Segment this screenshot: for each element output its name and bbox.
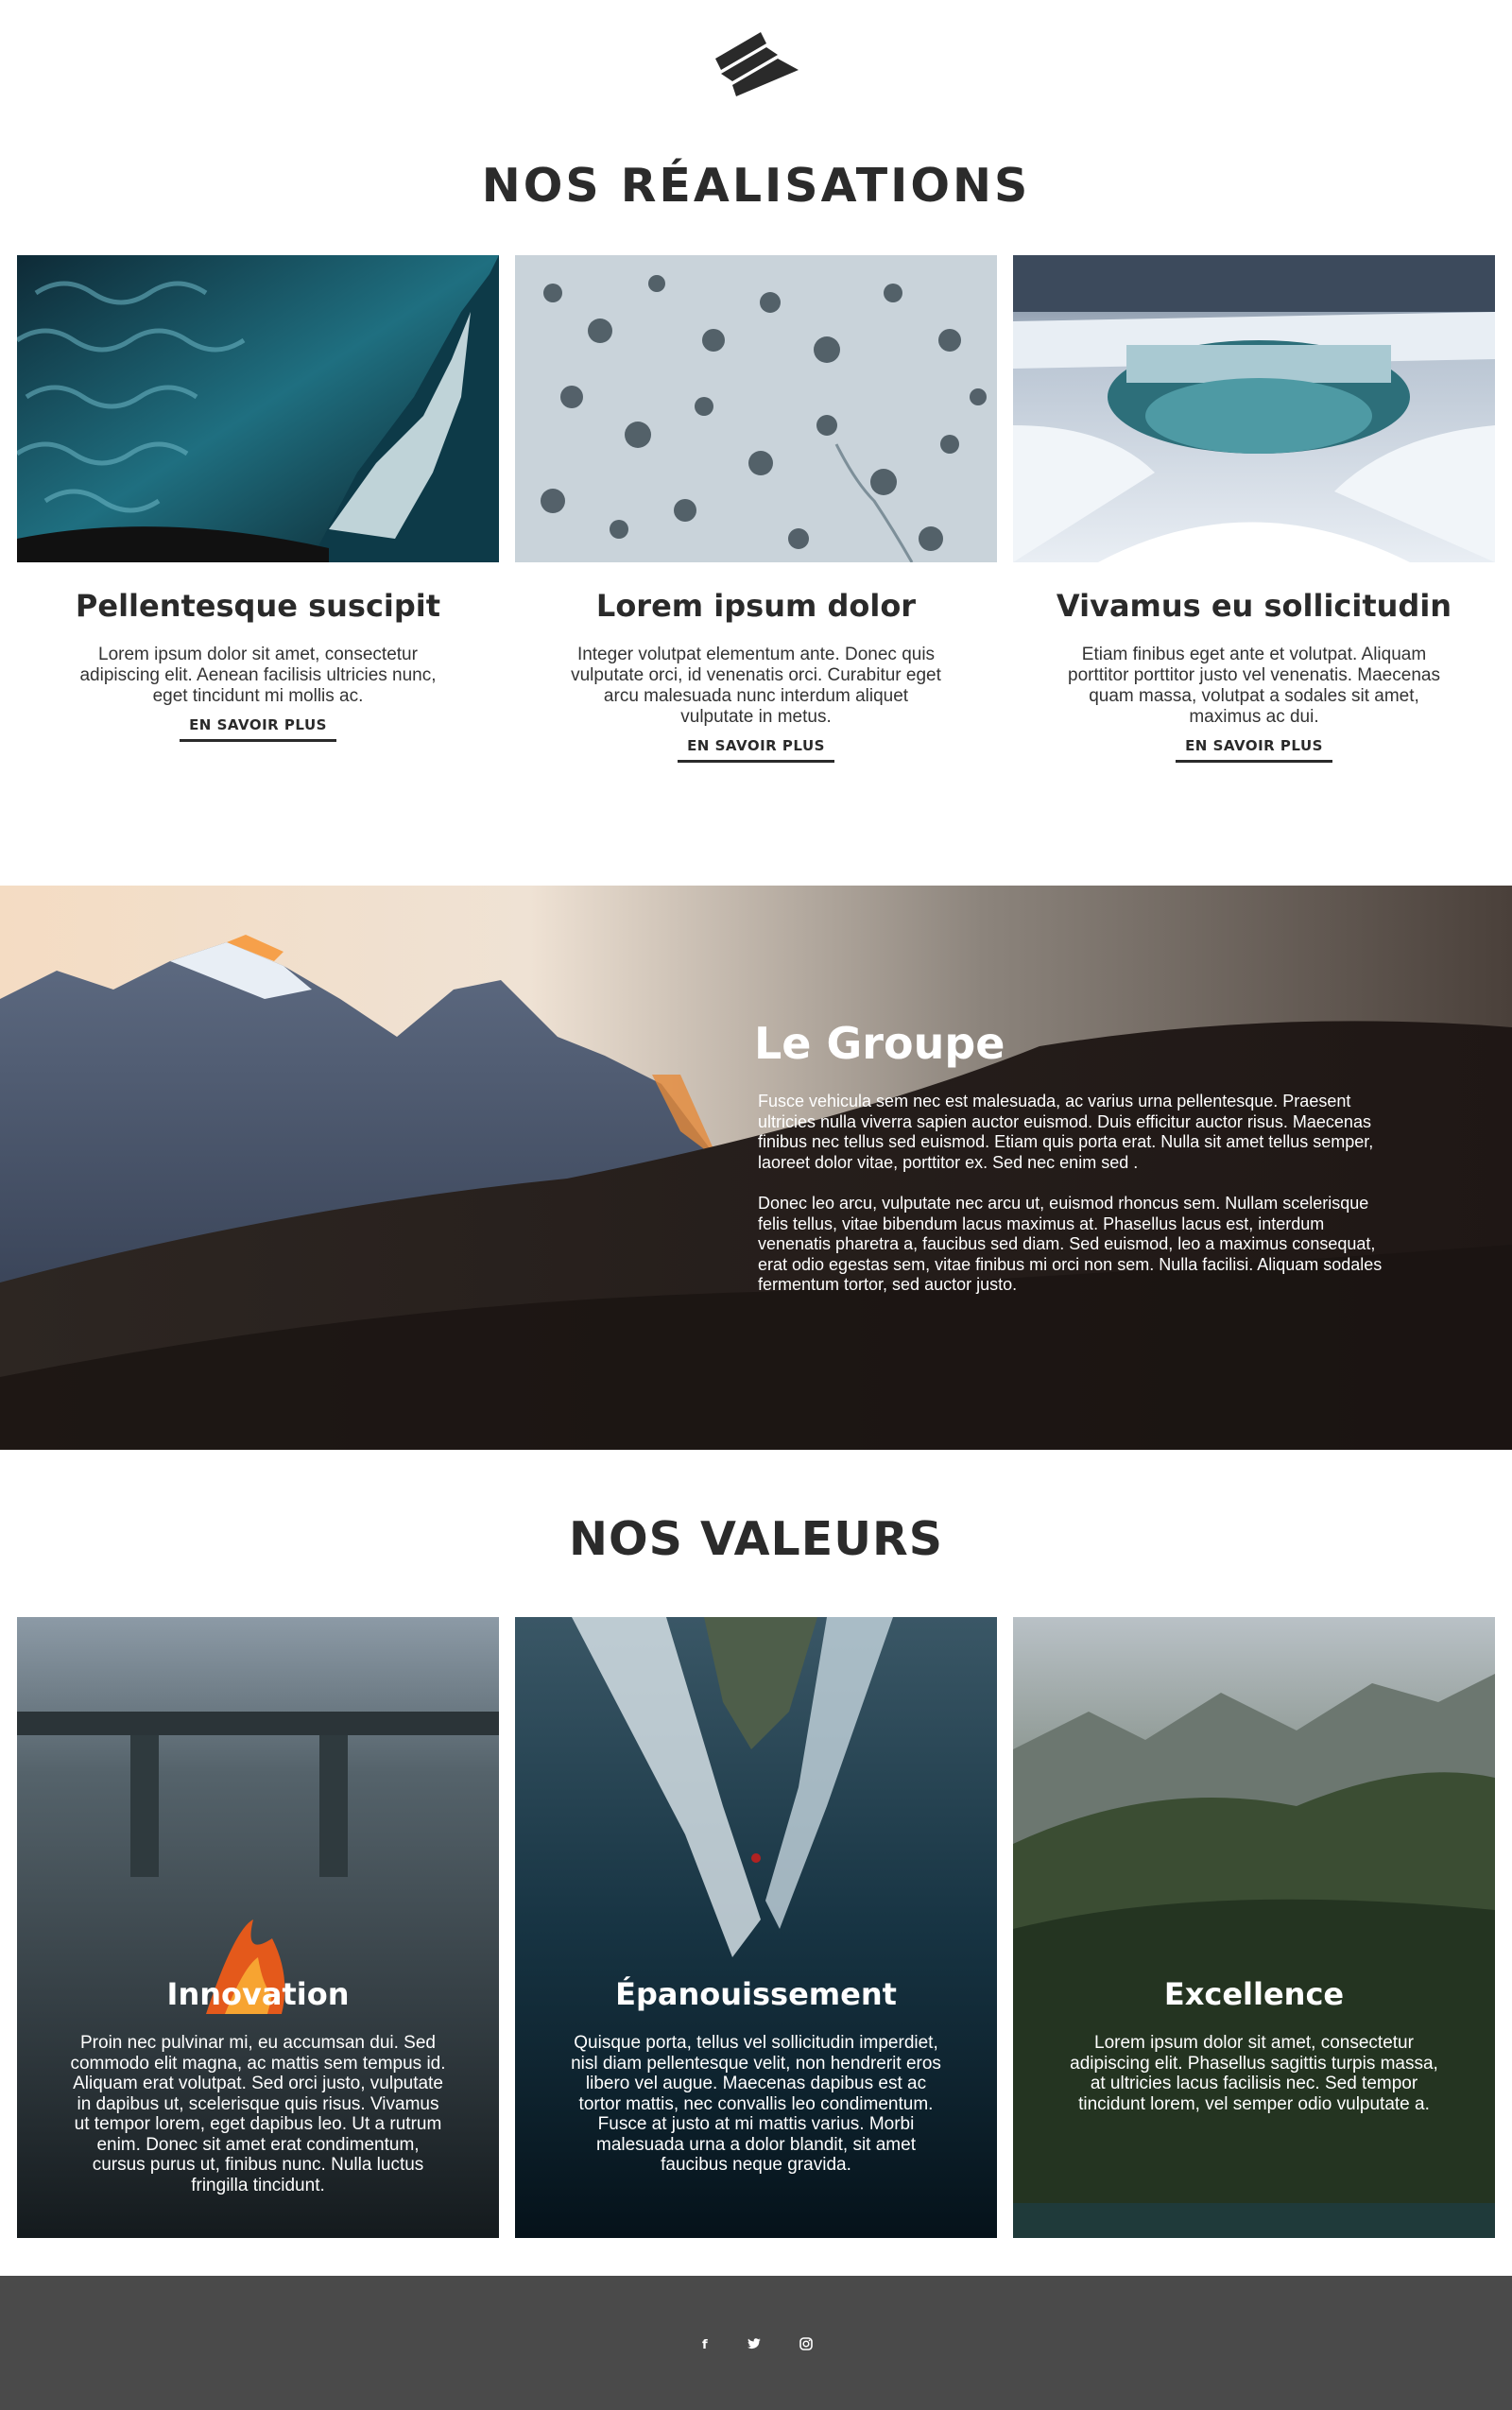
card-title: Pellentesque suscipit <box>75 588 441 624</box>
card-image-frozen-waterfall[interactable] <box>1013 255 1495 562</box>
value-text: Lorem ipsum dolor sit amet, consectetur … <box>1070 2033 1438 2114</box>
le-groupe-title: Le Groupe <box>754 1018 1005 1069</box>
card-pellentesque: Pellentesque suscipit Lorem ipsum dolor … <box>17 588 499 742</box>
value-card-innovation[interactable]: Innovation Proin nec pulvinar mi, eu acc… <box>17 1617 499 2238</box>
en-savoir-plus-link[interactable]: EN SAVOIR PLUS <box>678 737 834 763</box>
card-lorem-ipsum: Lorem ipsum dolor Integer volutpat eleme… <box>515 588 997 763</box>
card-image-snowy-forest[interactable] <box>515 255 997 562</box>
en-savoir-plus-link[interactable]: EN SAVOIR PLUS <box>1176 737 1332 763</box>
instagram-icon[interactable] <box>795 2333 817 2355</box>
le-groupe-banner: Le Groupe Fusce vehicula sem nec est mal… <box>0 886 1512 1450</box>
value-card-epanouissement[interactable]: Épanouissement Quisque porta, tellus vel… <box>515 1617 997 2238</box>
le-groupe-paragraph-1: Fusce vehicula sem nec est malesuada, ac… <box>758 1092 1374 1172</box>
section-title-realisations: NOS RÉALISATIONS <box>481 159 1031 213</box>
value-card-excellence[interactable]: Excellence Lorem ipsum dolor sit amet, c… <box>1013 1617 1495 2238</box>
section-title-valeurs: NOS VALEURS <box>568 1512 944 1566</box>
value-text: Proin nec pulvinar mi, eu accumsan dui. … <box>70 2033 446 2195</box>
brand-logo-icon[interactable] <box>708 23 802 98</box>
card-title: Lorem ipsum dolor <box>595 588 917 624</box>
value-title: Épanouissement <box>615 1976 897 2012</box>
card-vivamus: Vivamus eu sollicitudin Etiam finibus eg… <box>1013 588 1495 763</box>
card-title: Vivamus eu sollicitudin <box>1056 588 1452 624</box>
forest-mountain-image <box>1013 1617 1495 2238</box>
card-image-ice-cave[interactable] <box>17 255 499 562</box>
value-text: Quisque porta, tellus vel sollicitudin i… <box>571 2033 941 2175</box>
twitter-icon[interactable] <box>743 2333 765 2355</box>
value-title: Excellence <box>1163 1976 1345 2012</box>
card-text: Lorem ipsum dolor sit amet, consectetur … <box>79 645 437 706</box>
en-savoir-plus-link[interactable]: EN SAVOIR PLUS <box>180 716 336 742</box>
facebook-icon[interactable]: f <box>693 2333 715 2355</box>
card-text: Integer volutpat elementum ante. Donec q… <box>571 645 941 727</box>
value-title: Innovation <box>166 1976 350 2012</box>
svg-text:f: f <box>702 2338 708 2350</box>
card-text: Etiam finibus eget ante et volutpat. Ali… <box>1068 645 1440 727</box>
le-groupe-paragraph-2: Donec leo arcu, vulputate nec arcu ut, e… <box>758 1194 1383 1294</box>
footer: f <box>0 2276 1512 2410</box>
